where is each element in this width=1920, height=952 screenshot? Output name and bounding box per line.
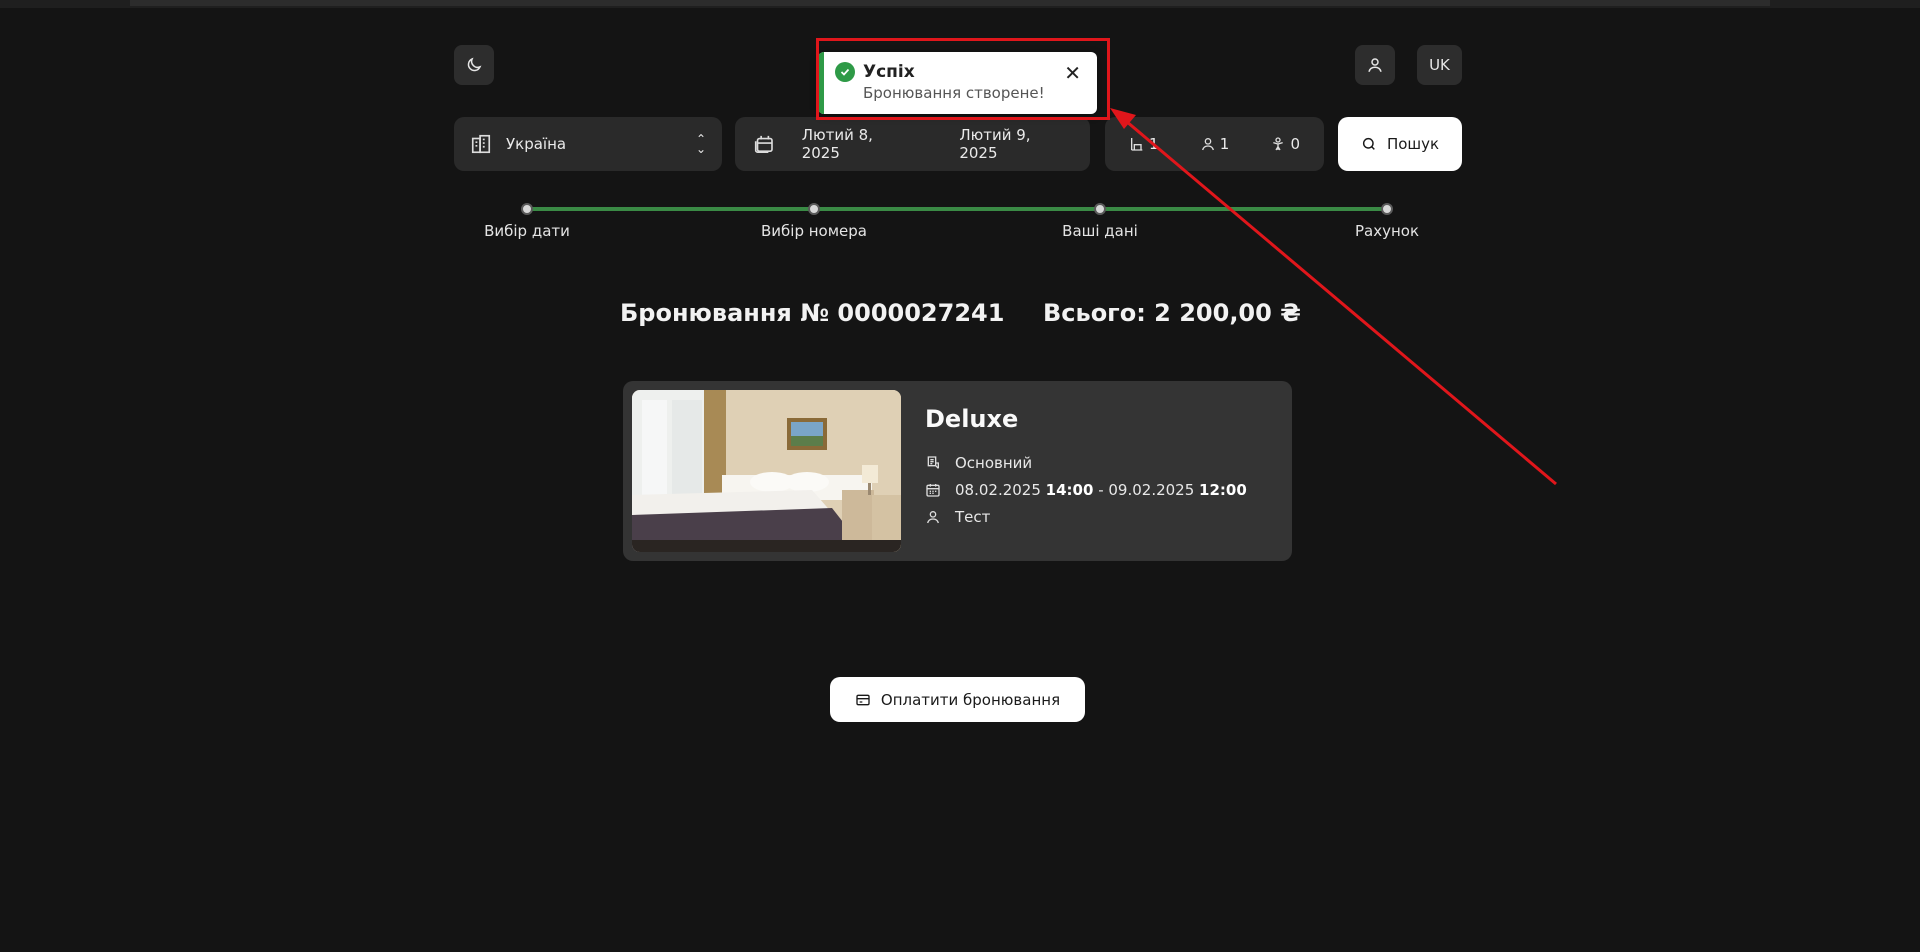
annotation-arrow <box>1110 108 1557 486</box>
